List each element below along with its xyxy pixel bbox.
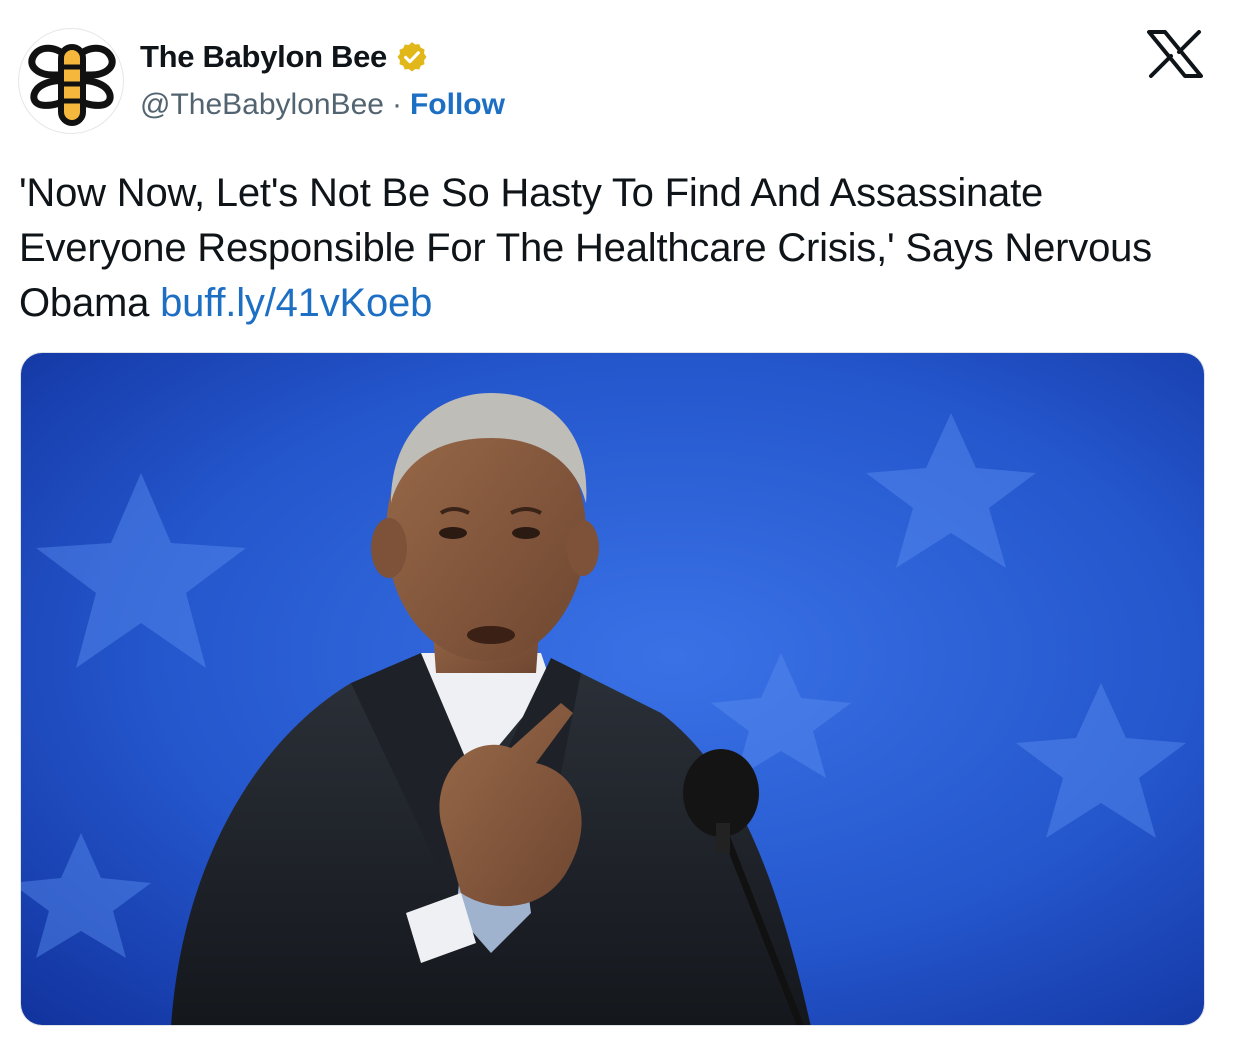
verified-badge-icon — [397, 42, 427, 72]
name-row: The Babylon Bee — [140, 38, 505, 76]
tweet-link[interactable]: buff.ly/41vKoeb — [160, 281, 432, 325]
speaker-photo — [21, 353, 1204, 1025]
babylon-bee-logo-icon — [28, 44, 116, 126]
separator-dot: · — [391, 88, 402, 121]
author-handle[interactable]: @TheBabylonBee — [140, 88, 384, 122]
follow-button[interactable]: Follow — [410, 88, 505, 122]
author-avatar[interactable] — [18, 28, 124, 134]
tweet-author: The Babylon Bee @TheBabylonBee · Follow — [140, 38, 505, 122]
tweet-media-photo[interactable] — [20, 352, 1205, 1026]
handle-row: @TheBabylonBee · Follow — [140, 88, 505, 122]
tweet-body: 'Now Now, Let's Not Be So Hasty To Find … — [19, 166, 1219, 331]
x-logo-icon[interactable] — [1147, 30, 1203, 78]
author-display-name[interactable]: The Babylon Bee — [140, 39, 387, 75]
